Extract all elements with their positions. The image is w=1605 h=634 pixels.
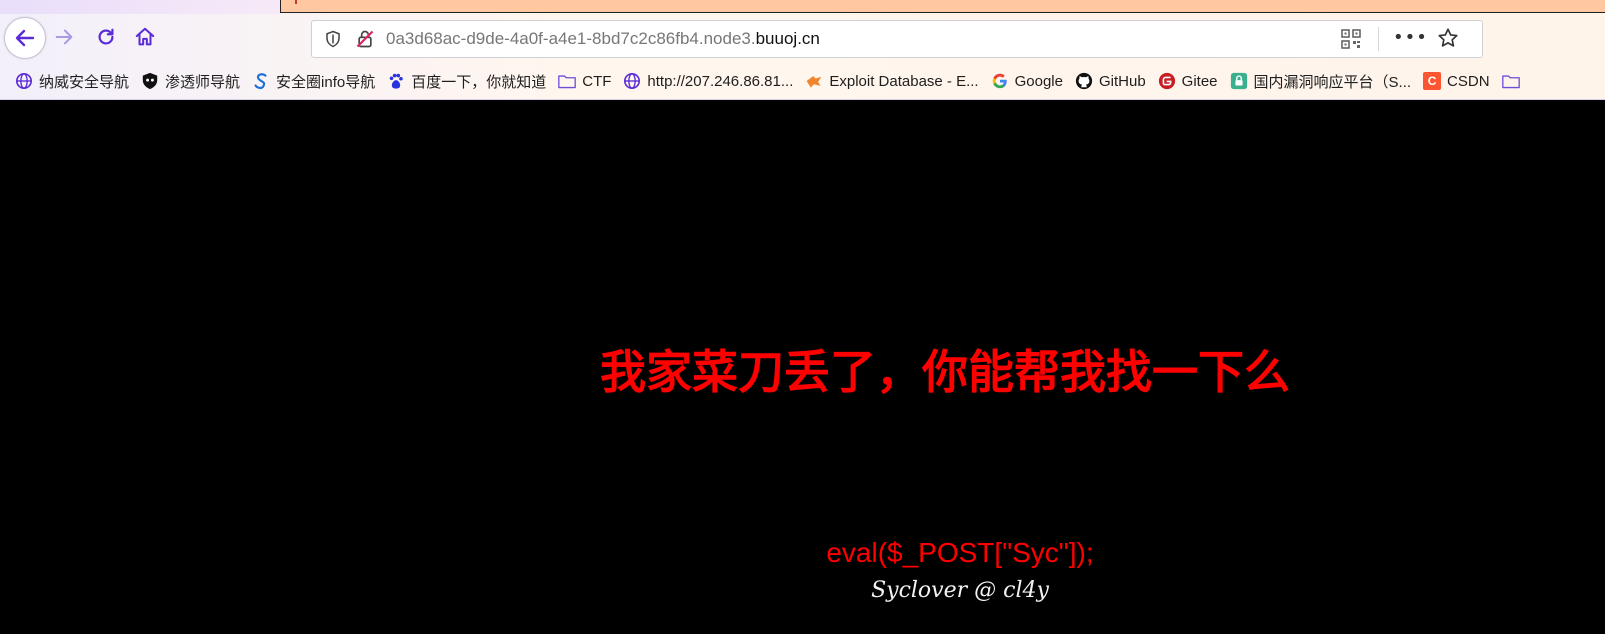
bookmark-label: 安全圈info导航 [276,73,376,91]
tab-active[interactable] [280,0,1605,13]
bookmarks-toolbar: 纳威安全导航 渗透师导航 安全圈info导航 百度一下，你就知道 CTF htt… [0,67,1605,95]
tab-strip [0,0,1605,14]
bookmark-label: 国内漏洞响应平台（S... [1253,73,1412,91]
credit-text: Syclover @ cl4y [871,578,1049,603]
shield-skull-icon [141,72,159,90]
url-text[interactable]: 0a3d68ac-d9de-4a0f-a4e1-8bd7c2c86fb4.nod… [386,28,820,50]
bookmark-label: Exploit Database - E... [829,72,979,90]
url-divider [1378,27,1379,51]
bookmark-folder[interactable]: CTF [558,69,611,93]
google-g-icon [991,72,1009,90]
home-icon [135,27,155,46]
url-domain: buuoj.cn [755,29,820,48]
browser-chrome: 0a3d68ac-d9de-4a0f-a4e1-8bd7c2c86fb4.nod… [0,0,1605,100]
github-icon [1075,72,1093,90]
arrow-right-icon [55,29,73,45]
bookmark-item[interactable]: 国内漏洞响应平台（S... [1230,69,1412,93]
s-logo-icon [252,72,270,90]
bookmark-item[interactable]: 安全圈info导航 [252,69,375,93]
back-button[interactable] [4,17,46,59]
bookmark-item[interactable]: Gitee [1158,69,1218,93]
page-content: 我家菜刀丢了，你能帮我找一下么 eval($_POST["Syc"]); Syc… [0,100,1605,634]
bookmark-item[interactable]: 百度一下，你就知道 [387,69,546,93]
more-actions-icon[interactable]: ••• [1393,27,1428,48]
lock-badge-icon [1230,72,1248,90]
url-bar[interactable]: 0a3d68ac-d9de-4a0f-a4e1-8bd7c2c86fb4.nod… [311,20,1483,58]
url-host: 0a3d68ac-d9de-4a0f-a4e1-8bd7c2c86fb4.nod… [386,29,756,48]
bookmark-overflow-folder[interactable] [1501,69,1526,93]
bookmark-item[interactable]: 渗透师导航 [141,69,240,93]
bookmark-label: 百度一下，你就知道 [411,73,547,91]
bookmark-label: 纳威安全导航 [39,73,130,91]
code-snippet: eval($_POST["Syc"]); [826,537,1094,568]
globe-icon [623,72,641,90]
bookmark-item[interactable]: Exploit Database - E... [805,69,979,93]
bookmark-item[interactable]: C CSDN [1423,69,1490,93]
bookmark-label: http://207.246.86.81... [647,72,794,90]
bookmark-label: 渗透师导航 [165,73,241,91]
bookmark-label: CSDN [1447,72,1490,90]
home-button[interactable] [130,22,160,52]
tab-indicator [295,0,297,4]
bookmark-label: Gitee [1181,72,1218,90]
insecure-lock-icon[interactable] [355,29,375,53]
bookmark-item[interactable]: http://207.246.86.81... [623,69,793,93]
bookmark-item[interactable]: GitHub [1075,69,1146,93]
reload-button[interactable] [91,22,121,52]
arrow-left-icon [15,29,35,47]
bookmark-item[interactable]: Google [991,69,1063,93]
forward-button[interactable] [49,22,79,52]
gitee-icon [1158,72,1176,90]
bookmark-label: CTF [582,72,612,90]
globe-icon [15,72,33,90]
tracking-shield-icon[interactable] [324,30,342,52]
tab-inactive[interactable] [0,0,280,14]
exploit-db-icon [805,72,823,90]
bookmark-label: GitHub [1098,72,1146,90]
bookmark-item[interactable]: 纳威安全导航 [15,69,129,93]
bookmark-label: Google [1014,72,1063,90]
baidu-paw-icon [387,72,405,90]
reload-icon [98,28,114,45]
qr-code-icon[interactable] [1341,29,1361,53]
folder-icon [1501,72,1520,90]
csdn-icon: C [1423,72,1442,90]
page-heading: 我家菜刀丢了，你能帮我找一下么 [600,345,1290,399]
star-icon[interactable] [1437,27,1459,53]
folder-icon [558,72,577,90]
